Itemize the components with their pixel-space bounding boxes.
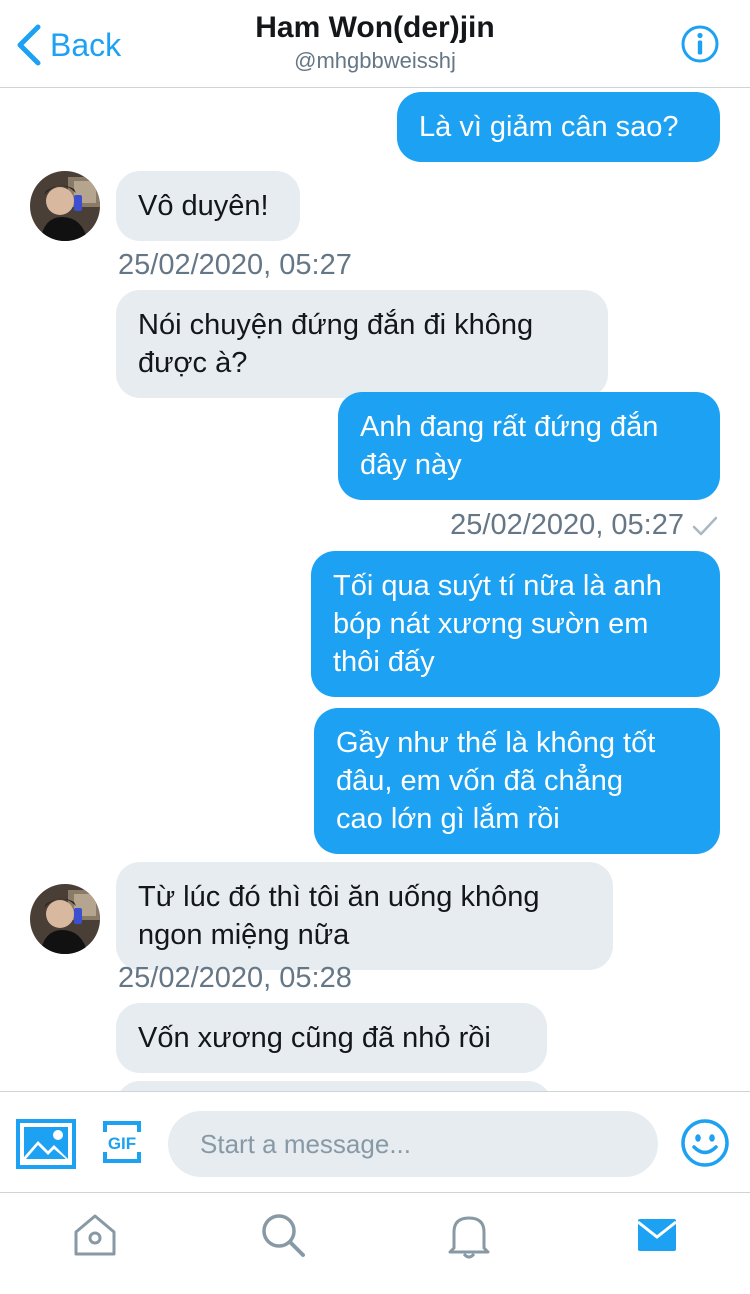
home-icon[interactable] <box>70 1210 120 1260</box>
gif-icon: GIF <box>103 1121 141 1163</box>
message-bubble-outgoing[interactable]: Anh đang rất đứng đắn đây này <box>338 392 720 500</box>
message-list[interactable]: Là vì giảm cân sao? Vô duyên! 25/02/2020… <box>0 89 750 1091</box>
search-icon[interactable] <box>258 1210 308 1260</box>
info-icon[interactable] <box>680 24 720 64</box>
mail-icon[interactable] <box>632 1210 682 1260</box>
emoji-icon[interactable] <box>680 1118 730 1168</box>
gif-label: GIF <box>108 1134 136 1153</box>
message-bubble-outgoing[interactable]: Gầy như thế là không tốt đâu, em vốn đã … <box>314 708 720 854</box>
message-bubble-outgoing[interactable]: Tối qua suýt tí nữa là anh bóp nát xương… <box>311 551 720 697</box>
message-timestamp: 25/02/2020, 05:27 <box>118 249 352 281</box>
message-bubble-outgoing[interactable]: Là vì giảm cân sao? <box>397 92 720 162</box>
contact-name: Ham Won(der)jin <box>255 11 495 44</box>
message-bubble-incoming[interactable]: Vốn xương cũng đã nhỏ rồi <box>116 1003 547 1073</box>
contact-handle: @mhgbbweisshj <box>294 48 456 73</box>
message-bubble-incoming[interactable]: Vô duyên! <box>116 171 300 241</box>
message-timestamp: 25/02/2020, 05:27 <box>450 509 684 541</box>
checkmark-icon <box>692 517 718 536</box>
message-timestamp-row: 25/02/2020, 05:27 <box>450 507 718 543</box>
message-timestamp: 25/02/2020, 05:28 <box>118 962 352 994</box>
message-input[interactable] <box>168 1111 658 1177</box>
avatar[interactable] <box>30 171 100 241</box>
bell-icon[interactable] <box>444 1210 494 1260</box>
message-composer: GIF <box>0 1091 750 1193</box>
conversation-title: Ham Won(der)jin @mhgbbweisshj <box>150 8 600 74</box>
chevron-left-icon <box>17 24 41 66</box>
gif-button[interactable]: GIF <box>102 1120 142 1164</box>
message-bubble-incoming-partial[interactable] <box>116 1081 552 1091</box>
bottom-tab-bar <box>0 1194 750 1294</box>
back-button[interactable]: Back <box>14 20 121 70</box>
message-bubble-incoming[interactable]: Từ lúc đó thì tôi ăn uống không ngon miệ… <box>116 862 613 970</box>
avatar[interactable] <box>30 884 100 954</box>
back-label: Back <box>50 26 122 63</box>
message-bubble-incoming[interactable]: Nói chuyện đứng đắn đi không được à? <box>116 290 608 398</box>
conversation-header: Back Ham Won(der)jin @mhgbbweisshj <box>0 0 750 88</box>
image-icon[interactable] <box>16 1119 76 1169</box>
